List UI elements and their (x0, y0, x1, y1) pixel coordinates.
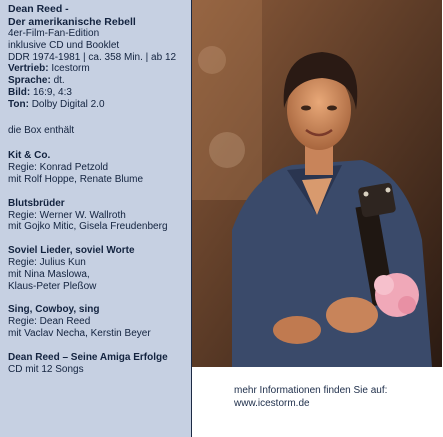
film-title: Kit & Co. (8, 150, 51, 162)
film-cast: Klaus-Peter Pleßow (8, 280, 97, 292)
film-cast: mit Gojko Mitic, Gisela Freudenberg (8, 221, 168, 233)
product-meta: DDR 1974-1981 | ca. 358 Min. | ab 12 (8, 51, 177, 63)
product-subtitle: Der amerikanische Rebell (8, 15, 136, 28)
spec-sound: Ton: Dolby Digital 2.0 (8, 99, 187, 111)
spec-label: Ton: (8, 98, 29, 110)
box-intro: die Box enthält (8, 124, 75, 136)
film-title: Blutsbrüder (8, 197, 65, 209)
bonus-detail: CD mit 12 Songs (8, 363, 84, 375)
spec-value: Icestorm (51, 63, 90, 75)
website-link[interactable]: www.icestorm.de (234, 398, 387, 411)
film-cast: mit Vaclav Necha, Kerstin Beyer (8, 327, 151, 339)
spec-value: Dolby Digital 2.0 (31, 98, 105, 110)
film-director: Regie: Dean Reed (8, 316, 91, 328)
media-area: mehr Informationen finden Sie auf: www.i… (192, 0, 442, 437)
bonus-entry: Dean Reed – Seine Amiga Erfolge CD mit 1… (8, 352, 187, 376)
more-info: mehr Informationen finden Sie auf: www.i… (234, 385, 387, 410)
spec-label: Bild: (8, 86, 31, 98)
film-director: Regie: Julius Kun (8, 256, 86, 268)
product-extras: inklusive CD und Booklet (8, 39, 120, 51)
spec-value: 16:9, 4:3 (33, 86, 72, 98)
film-entry: Soviel Lieder, soviel Worte Regie: Juliu… (8, 245, 187, 292)
product-artist: Dean Reed - (8, 3, 69, 15)
spec-distributor: Vertrieb: Icestorm (8, 63, 187, 75)
spec-label: Sprache: (8, 75, 51, 87)
page: Dean Reed - Der amerikanische Rebell 4er… (0, 0, 443, 437)
spec-language: Sprache: dt. (8, 75, 187, 87)
film-entry: Sing, Cowboy, sing Regie: Dean Reed mit … (8, 304, 187, 339)
film-entry: Kit & Co. Regie: Konrad Petzold mit Rolf… (8, 150, 187, 185)
film-title: Sing, Cowboy, sing (8, 304, 100, 316)
spec-label: Vertrieb: (8, 63, 49, 75)
film-cast: mit Rolf Hoppe, Renate Blume (8, 173, 144, 185)
product-edition: 4er-Film-Fan-Edition (8, 28, 100, 39)
spec-picture: Bild: 16:9, 4:3 (8, 87, 187, 99)
film-director: Regie: Konrad Petzold (8, 162, 109, 174)
spec-value: dt. (53, 75, 65, 87)
film-cast: mit Nina Maslowa, (8, 268, 90, 280)
film-director: Regie: Werner W. Wallroth (8, 209, 126, 221)
more-info-text: mehr Informationen finden Sie auf: (234, 385, 388, 396)
film-entry: Blutsbrüder Regie: Werner W. Wallroth mi… (8, 198, 187, 233)
info-panel: Dean Reed - Der amerikanische Rebell 4er… (0, 0, 192, 437)
bonus-title: Dean Reed – Seine Amiga Erfolge (8, 351, 168, 363)
artist-photo (192, 0, 442, 367)
film-title: Soviel Lieder, soviel Worte (8, 245, 135, 257)
